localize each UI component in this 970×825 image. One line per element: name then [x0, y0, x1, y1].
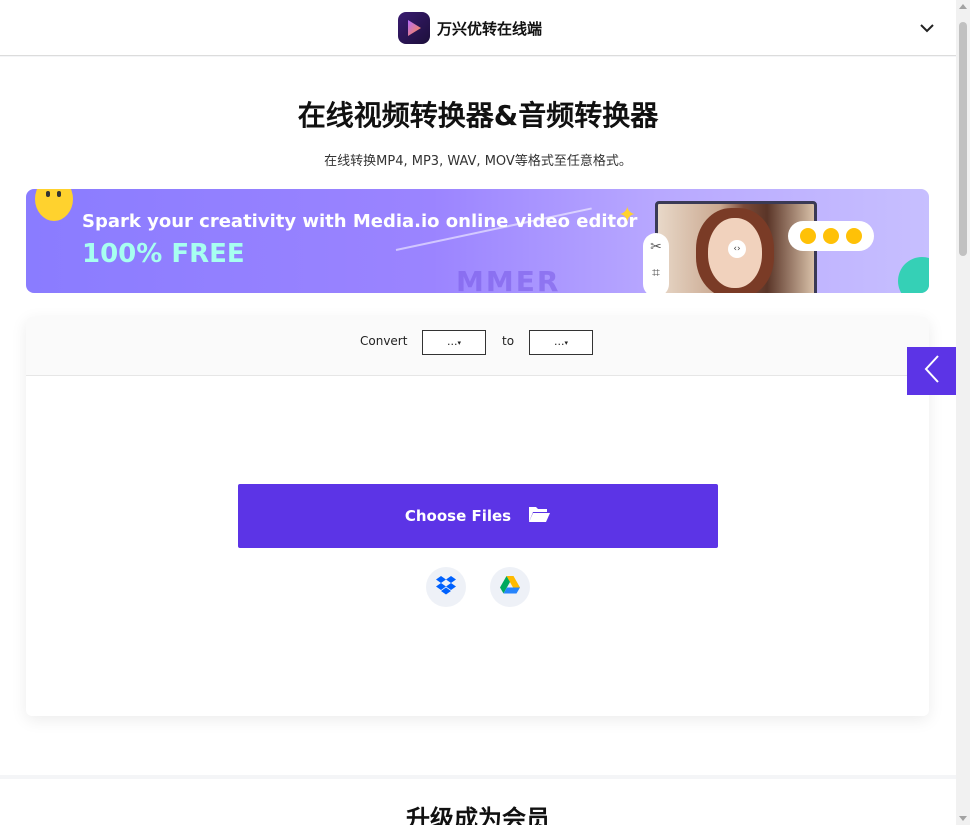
membership-title: 升级成为会员: [406, 805, 550, 825]
uniconverter-logo-icon: [398, 12, 430, 44]
page-subtitle: 在线转换MP4, MP3, WAV, MOV等格式至任意格式。: [324, 154, 632, 169]
banner-headline: Spark your creativity with Media.io onli…: [82, 211, 638, 232]
converter-panel: Convert ...▾ to ...▾ Choose Files: [26, 317, 929, 716]
converter-header: Convert ...▾ to ...▾: [26, 317, 929, 376]
emoji-icon: [799, 228, 816, 244]
sparkle-icon: ✦: [618, 203, 637, 228]
vertical-scrollbar[interactable]: [956, 0, 970, 825]
from-format-select[interactable]: ...▾: [422, 330, 486, 355]
banner-tagline: 100% FREE: [82, 239, 245, 269]
editor-tool-strip: ✂ ⌗: [643, 233, 669, 293]
smiley-emoji-icon: [35, 189, 73, 221]
to-format-select[interactable]: ...▾: [529, 330, 593, 355]
google-drive-button[interactable]: [490, 567, 530, 607]
dropbox-icon: [435, 575, 457, 599]
compare-slider-icon: ‹›: [728, 240, 746, 258]
brand[interactable]: 万兴优转在线端: [398, 12, 542, 44]
dropbox-button[interactable]: [426, 567, 466, 607]
side-panel-toggle[interactable]: [907, 347, 956, 395]
caret-down-icon: ▾: [457, 339, 461, 347]
folder-open-icon: [527, 504, 551, 528]
to-label: to: [502, 334, 515, 348]
caret-down-icon: ▾: [564, 339, 568, 347]
banner-deco-word: MMER: [456, 265, 561, 293]
emoji-reactions: [788, 221, 874, 251]
top-bar: 万兴优转在线端: [0, 0, 956, 56]
choose-files-button[interactable]: Choose Files: [238, 484, 718, 548]
scrollbar-thumb[interactable]: [959, 22, 967, 256]
promo-banner[interactable]: MMER Spark your creativity with Media.io…: [26, 189, 929, 293]
choose-files-label: Choose Files: [404, 507, 512, 525]
scroll-up-icon[interactable]: [959, 4, 967, 9]
brand-name: 万兴优转在线端: [437, 19, 543, 38]
google-drive-icon: [499, 575, 521, 599]
emoji-icon: [846, 228, 863, 244]
convert-label: Convert: [360, 334, 408, 348]
emoji-icon: [822, 228, 839, 244]
chevron-left-icon: [922, 354, 942, 388]
scissors-icon: ✂: [650, 239, 662, 255]
membership-section: 升级成为会员: [0, 779, 956, 825]
page-title: 在线视频转换器&音频转换器: [297, 99, 659, 132]
scroll-down-icon[interactable]: [959, 816, 967, 821]
decorative-blob: [898, 257, 929, 293]
crop-icon: ⌗: [652, 265, 660, 281]
chevron-down-icon[interactable]: [918, 20, 936, 36]
